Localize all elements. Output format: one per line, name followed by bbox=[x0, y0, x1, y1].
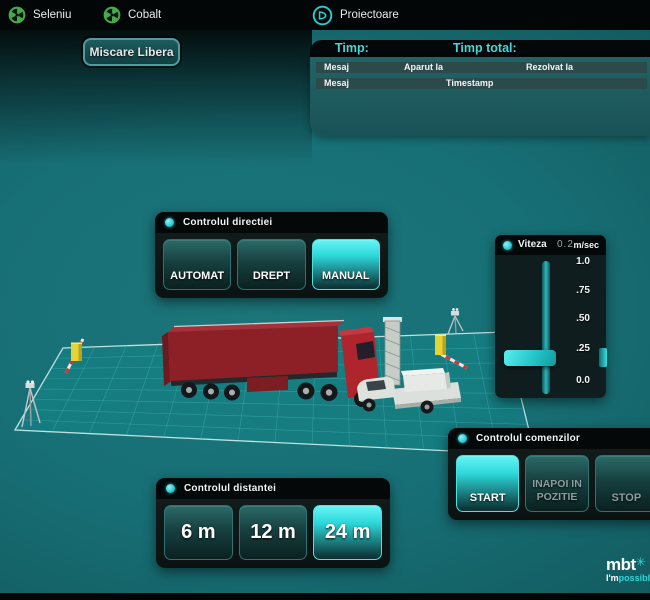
commands-control-panel: Controlul comenzilor START INAPOI IN POZ… bbox=[448, 428, 650, 520]
radiation-icon bbox=[8, 6, 26, 24]
status-led-icon bbox=[503, 241, 512, 250]
col-aparut-la: Aparut la bbox=[404, 62, 443, 73]
panel-title: Controlul directiei bbox=[183, 217, 272, 228]
time-panel-body: Mesaj Aparut la Rezolvat la Mesaj Timest… bbox=[310, 57, 650, 136]
speed-slider: 1.0 .75 .50 .25 0.0 bbox=[495, 255, 606, 398]
speed-slider-track[interactable] bbox=[542, 261, 550, 394]
message-header-row: Mesaj Aparut la Rezolvat la bbox=[316, 62, 647, 73]
speed-value: 0.2 bbox=[557, 239, 574, 250]
manual-button[interactable]: MANUAL bbox=[312, 239, 380, 290]
panel-header: Controlul directiei bbox=[155, 212, 388, 233]
speed-title: Viteza bbox=[518, 239, 547, 250]
total-time-label: Timp total: bbox=[453, 41, 517, 55]
panel-header: Controlul distantei bbox=[156, 478, 390, 499]
stop-button[interactable]: STOP bbox=[595, 455, 650, 512]
free-movement-button[interactable]: Miscare Libera bbox=[83, 38, 180, 66]
nav-label: Proiectoare bbox=[340, 9, 399, 21]
tick-0.0: 0.0 bbox=[558, 375, 590, 386]
speed-panel: Viteza 0.2 m/sec 1.0 .75 .50 .25 0.0 bbox=[495, 235, 606, 398]
distance-12m-button[interactable]: 12 m bbox=[239, 505, 308, 560]
nav-label: Cobalt bbox=[128, 9, 161, 21]
log-header-row: Mesaj Timestamp bbox=[316, 78, 647, 89]
nav-proiectoare[interactable]: Proiectoare bbox=[312, 0, 399, 30]
brand-logo: mbt✳ I'mpossibl bbox=[606, 554, 650, 583]
distance-24m-button[interactable]: 24 m bbox=[313, 505, 382, 560]
tick-.50: .50 bbox=[558, 313, 590, 324]
time-panel-header: Timp: Timp total: bbox=[310, 40, 650, 57]
logo-brand-text: mbt✳ bbox=[606, 554, 650, 573]
speed-slider-handle[interactable] bbox=[504, 350, 556, 366]
back-in-position-button[interactable]: INAPOI IN POZITIE bbox=[525, 455, 588, 512]
distance-6m-button[interactable]: 6 m bbox=[164, 505, 233, 560]
top-bar: Seleniu Cobalt Proiectoare bbox=[0, 0, 650, 30]
panel-header: Viteza 0.2 m/sec bbox=[495, 235, 606, 255]
direction-control-panel: Controlul directiei AUTOMAT DREPT MANUAL bbox=[155, 212, 388, 298]
tick-.75: .75 bbox=[558, 285, 590, 296]
bottom-strip bbox=[0, 593, 650, 600]
tick-1.0: 1.0 bbox=[558, 256, 590, 267]
slider-side-mark bbox=[599, 348, 607, 367]
panel-title: Controlul distantei bbox=[184, 483, 276, 494]
tick-.25: .25 bbox=[558, 343, 590, 354]
status-led-icon bbox=[458, 434, 467, 443]
nav-label: Seleniu bbox=[33, 9, 71, 21]
logo-tagline: I'mpossibl bbox=[606, 573, 650, 583]
col-rezolvat-la: Rezolvat la bbox=[526, 62, 573, 73]
col-mesaj: Mesaj bbox=[324, 78, 349, 89]
panel-header: Controlul comenzilor bbox=[448, 428, 650, 449]
logo-star-icon: ✳ bbox=[636, 555, 646, 569]
time-panel: Timp: Timp total: Mesaj Aparut la Rezolv… bbox=[310, 40, 650, 136]
time-label: Timp: bbox=[335, 41, 369, 55]
panel-title: Controlul comenzilor bbox=[476, 433, 580, 444]
drept-button[interactable]: DREPT bbox=[237, 239, 305, 290]
app-screen: Seleniu Cobalt Proiectoare Miscare Liber… bbox=[0, 0, 650, 600]
right-tripod bbox=[448, 308, 463, 334]
projector-icon bbox=[312, 5, 333, 26]
speed-unit: m/sec bbox=[573, 240, 599, 250]
distance-control-panel: Controlul distantei 6 m 12 m 24 m bbox=[156, 478, 390, 568]
status-led-icon bbox=[166, 484, 175, 493]
nav-cobalt[interactable]: Cobalt bbox=[103, 0, 161, 30]
status-led-icon bbox=[165, 218, 174, 227]
automat-button[interactable]: AUTOMAT bbox=[163, 239, 231, 290]
col-timestamp: Timestamp bbox=[446, 78, 493, 89]
radiation-icon bbox=[103, 6, 121, 24]
col-mesaj: Mesaj bbox=[324, 62, 349, 73]
nav-seleniu[interactable]: Seleniu bbox=[8, 0, 71, 30]
start-button[interactable]: START bbox=[456, 455, 519, 512]
